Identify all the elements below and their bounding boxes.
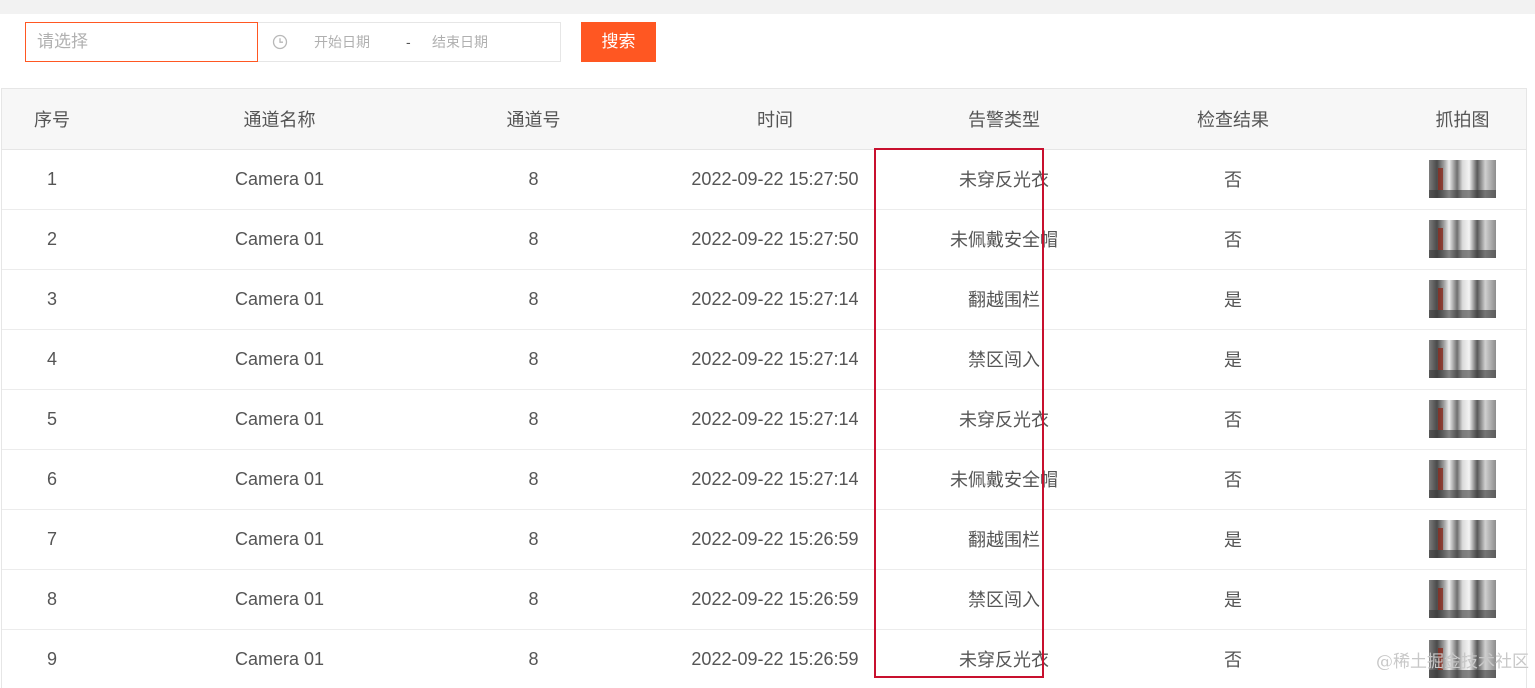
cell-channel-no: 8 [457, 269, 610, 330]
cell-channel-no: 8 [457, 509, 610, 570]
table-row: 8 Camera 01 8 2022-09-22 15:26:59 禁区闯入 是 [2, 569, 1526, 630]
table-row: 3 Camera 01 8 2022-09-22 15:27:14 翻越围栏 是 [2, 269, 1526, 330]
cell-index: 2 [2, 209, 102, 270]
column-header-channel-no: 通道号 [457, 89, 610, 150]
start-date-input[interactable]: 开始日期 [314, 23, 370, 61]
cell-time: 2022-09-22 15:26:59 [610, 509, 940, 570]
table-row: 5 Camera 01 8 2022-09-22 15:27:14 未穿反光衣 … [2, 389, 1526, 450]
snapshot-thumbnail[interactable] [1429, 400, 1496, 438]
column-header-snapshot: 抓拍图 [1398, 89, 1526, 150]
cell-index: 9 [2, 629, 102, 688]
clock-icon [272, 34, 288, 50]
cell-result: 否 [1068, 629, 1398, 688]
column-header-time: 时间 [610, 89, 940, 150]
top-strip [0, 0, 1535, 14]
cell-index: 3 [2, 269, 102, 330]
table-row: 7 Camera 01 8 2022-09-22 15:26:59 翻越围栏 是 [2, 509, 1526, 570]
cell-snapshot [1398, 389, 1526, 450]
cell-result: 否 [1068, 149, 1398, 210]
cell-result: 是 [1068, 329, 1398, 390]
cell-result: 否 [1068, 389, 1398, 450]
cell-channel-no: 8 [457, 209, 610, 270]
cell-index: 6 [2, 449, 102, 510]
cell-snapshot [1398, 329, 1526, 390]
watermark: @稀土掘金技术社区 [1376, 652, 1529, 672]
table-row: 6 Camera 01 8 2022-09-22 15:27:14 未佩戴安全帽… [2, 449, 1526, 510]
date-separator: - [406, 34, 411, 50]
channel-select[interactable]: 请选择 [25, 22, 258, 62]
cell-alarm-type: 未佩戴安全帽 [940, 209, 1068, 270]
cell-channel-name: Camera 01 [102, 389, 457, 450]
cell-snapshot [1398, 209, 1526, 270]
cell-time: 2022-09-22 15:26:59 [610, 629, 940, 688]
snapshot-thumbnail[interactable] [1429, 520, 1496, 558]
cell-time: 2022-09-22 15:27:50 [610, 209, 940, 270]
column-header-index: 序号 [2, 89, 102, 150]
cell-channel-name: Camera 01 [102, 269, 457, 330]
column-header-result: 检查结果 [1068, 89, 1398, 150]
column-header-channel-name: 通道名称 [102, 89, 457, 150]
cell-index: 1 [2, 149, 102, 210]
cell-time: 2022-09-22 15:27:14 [610, 389, 940, 450]
cell-channel-name: Camera 01 [102, 209, 457, 270]
snapshot-thumbnail[interactable] [1429, 280, 1496, 318]
cell-index: 7 [2, 509, 102, 570]
table-header-row: 序号 通道名称 通道号 时间 告警类型 检查结果 抓拍图 [2, 89, 1526, 150]
table-row: 4 Camera 01 8 2022-09-22 15:27:14 禁区闯入 是 [2, 329, 1526, 390]
cell-channel-name: Camera 01 [102, 449, 457, 510]
cell-alarm-type: 未佩戴安全帽 [940, 449, 1068, 510]
cell-result: 是 [1068, 269, 1398, 330]
cell-snapshot [1398, 149, 1526, 210]
cell-snapshot [1398, 269, 1526, 330]
alarm-table: 序号 通道名称 通道号 时间 告警类型 检查结果 抓拍图 1 Camera 01… [1, 88, 1527, 688]
column-header-alarm-type: 告警类型 [940, 89, 1068, 150]
cell-channel-name: Camera 01 [102, 149, 457, 210]
cell-time: 2022-09-22 15:27:14 [610, 449, 940, 510]
table-row: 2 Camera 01 8 2022-09-22 15:27:50 未佩戴安全帽… [2, 209, 1526, 270]
search-button[interactable]: 搜索 [581, 22, 656, 62]
cell-channel-no: 8 [457, 449, 610, 510]
snapshot-thumbnail[interactable] [1429, 220, 1496, 258]
cell-channel-no: 8 [457, 329, 610, 390]
end-date-input[interactable]: 结束日期 [432, 23, 488, 61]
cell-result: 否 [1068, 449, 1398, 510]
cell-channel-no: 8 [457, 629, 610, 688]
cell-alarm-type: 翻越围栏 [940, 509, 1068, 570]
cell-alarm-type: 翻越围栏 [940, 269, 1068, 330]
snapshot-thumbnail[interactable] [1429, 340, 1496, 378]
channel-select-placeholder: 请选择 [37, 32, 88, 51]
cell-index: 4 [2, 329, 102, 390]
cell-snapshot [1398, 569, 1526, 630]
cell-time: 2022-09-22 15:27:14 [610, 269, 940, 330]
cell-time: 2022-09-22 15:27:14 [610, 329, 940, 390]
cell-time: 2022-09-22 15:26:59 [610, 569, 940, 630]
cell-index: 5 [2, 389, 102, 450]
cell-channel-name: Camera 01 [102, 569, 457, 630]
cell-channel-no: 8 [457, 149, 610, 210]
cell-channel-no: 8 [457, 569, 610, 630]
cell-channel-name: Camera 01 [102, 629, 457, 688]
cell-channel-name: Camera 01 [102, 329, 457, 390]
table-row: 9 Camera 01 8 2022-09-22 15:26:59 未穿反光衣 … [2, 629, 1526, 688]
cell-channel-no: 8 [457, 389, 610, 450]
cell-result: 否 [1068, 209, 1398, 270]
table-row: 1 Camera 01 8 2022-09-22 15:27:50 未穿反光衣 … [2, 149, 1526, 210]
cell-snapshot [1398, 509, 1526, 570]
cell-snapshot [1398, 449, 1526, 510]
cell-alarm-type: 未穿反光衣 [940, 149, 1068, 210]
cell-time: 2022-09-22 15:27:50 [610, 149, 940, 210]
date-range-picker[interactable]: 开始日期 - 结束日期 [258, 22, 561, 62]
cell-index: 8 [2, 569, 102, 630]
cell-result: 是 [1068, 509, 1398, 570]
cell-alarm-type: 禁区闯入 [940, 569, 1068, 630]
cell-channel-name: Camera 01 [102, 509, 457, 570]
cell-alarm-type: 未穿反光衣 [940, 389, 1068, 450]
snapshot-thumbnail[interactable] [1429, 580, 1496, 618]
cell-alarm-type: 禁区闯入 [940, 329, 1068, 390]
cell-result: 是 [1068, 569, 1398, 630]
snapshot-thumbnail[interactable] [1429, 160, 1496, 198]
cell-alarm-type: 未穿反光衣 [940, 629, 1068, 688]
snapshot-thumbnail[interactable] [1429, 460, 1496, 498]
